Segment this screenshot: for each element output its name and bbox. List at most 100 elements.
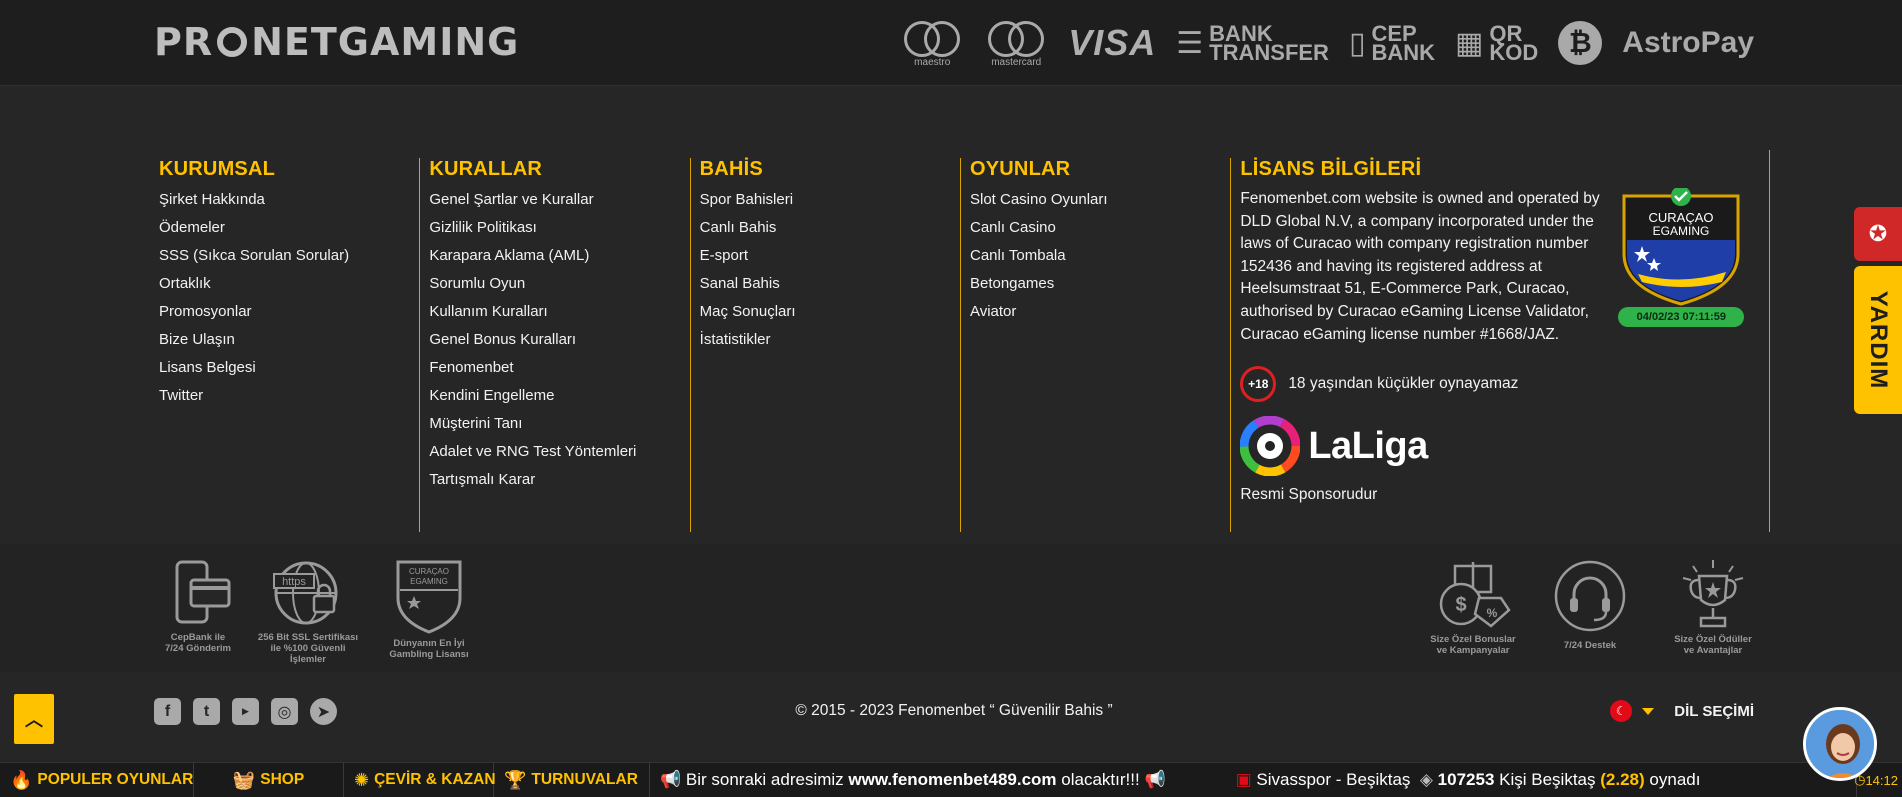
laliga-logo: LaLiga <box>1240 416 1757 477</box>
link-musterini-tani[interactable]: Müşterini Tanı <box>429 410 690 438</box>
badge-cepbank-caption: CepBank ile 7/24 Gönderim <box>165 632 231 654</box>
link-sanal-bahis[interactable]: Sanal Bahis <box>700 270 961 298</box>
live-support-avatar[interactable] <box>1803 707 1877 781</box>
besiktas-crest-icon: ◈ <box>1415 770 1438 789</box>
msg-post: olacaktır!!! <box>1061 770 1140 789</box>
basket-icon: 🧺 <box>232 769 256 790</box>
badge-license-caption: Dünyanın En İyi Gambling Lisansı <box>389 638 469 660</box>
link-e-sport[interactable]: E-sport <box>700 242 961 270</box>
help-tab-button[interactable]: YARDIM <box>1854 266 1902 414</box>
link-aml[interactable]: Karapara Aklama (AML) <box>429 242 690 270</box>
link-kullanim-kurallari[interactable]: Kullanım Kuralları <box>429 298 690 326</box>
qr-code-icon: ▦ <box>1455 26 1484 60</box>
provider-logo: PR NETGAMING <box>154 20 519 64</box>
badge-ssl: https 256 Bit SSL Sertifikası ile %100 Gü… <box>253 558 363 665</box>
bet-text: Kişi Beşiktaş <box>1499 770 1596 789</box>
link-canli-casino[interactable]: Canlı Casino <box>970 214 1231 242</box>
link-odemeler[interactable]: Ödemeler <box>159 214 420 242</box>
link-mac-sonuclari[interactable]: Maç Sonuçları <box>700 298 961 326</box>
astropay-logo: AstroPay <box>1622 26 1754 59</box>
footer-columns: KURUMSAL Şirket Hakkında Ödemeler SSS (S… <box>150 150 1770 532</box>
https-label: https <box>282 576 306 588</box>
badge-bonus-caption: Size Özel Bonuslar ve Kampanyalar <box>1430 634 1516 656</box>
link-sorumlu-oyun[interactable]: Sorumlu Oyun <box>429 270 690 298</box>
link-fenomenbet[interactable]: Fenomenbet <box>429 354 690 382</box>
link-sirket-hakkinda[interactable]: Şirket Hakkında <box>159 186 420 214</box>
announcement-marquee: 📢 Bir sonraki adresimiz www.fenomenbet48… <box>650 763 1856 797</box>
payment-methods: maestro mastercard VISA ☰ BANK TRANSFER ▯… <box>900 14 1754 72</box>
mastercard-logo: mastercard <box>984 19 1048 68</box>
curacao-egaming-seal[interactable]: CURAÇAO EGAMING 04/02/23 07:11:59 <box>1618 186 1748 328</box>
license-seal-line1: CURAÇAO <box>409 567 449 576</box>
trophy-icon: 🏆 <box>504 769 527 790</box>
shop-label: SHOP <box>260 771 305 788</box>
link-rng-test[interactable]: Adalet ve RNG Test Yöntemleri <box>429 438 690 466</box>
link-sss[interactable]: SSS (Sıkca Sorulan Sorular) <box>159 242 420 270</box>
badge-license: CURAÇAO EGAMING Dünyanın En İyi Gambling … <box>374 558 484 660</box>
msg-domain: www.fenomenbet489.com <box>848 770 1057 789</box>
populer-oyunlar-button[interactable]: 🔥 POPULER OYUNLAR <box>0 762 194 797</box>
link-betongames[interactable]: Betongames <box>970 270 1231 298</box>
qr-kod-logo: ▦ QR KOD <box>1455 23 1539 65</box>
column-title-oyunlar: OYUNLAR <box>969 158 1071 180</box>
language-selector[interactable]: ☾ DİL SEÇİMİ <box>1610 700 1754 722</box>
license-seal-line2: EGAMING <box>410 577 448 586</box>
link-slot-casino[interactable]: Slot Casino Oyunları <box>970 186 1231 214</box>
link-bonus-kurallari[interactable]: Genel Bonus Kuralları <box>429 326 690 354</box>
phone-icon: ▯ <box>1348 26 1366 60</box>
link-tartismali-karar[interactable]: Tartışmalı Karar <box>429 466 690 494</box>
trophy-rewards-icon <box>1682 560 1744 628</box>
column-title-kurumsal: KURUMSAL <box>159 158 276 180</box>
link-kendini-engelleme[interactable]: Kendini Engelleme <box>429 382 690 410</box>
visa-logo: VISA <box>1068 22 1157 63</box>
link-spor-bahisleri[interactable]: Spor Bahisleri <box>700 186 961 214</box>
curacao-shield-icon: CURAÇAO EGAMING <box>1622 186 1740 306</box>
wheel-icon: ✺ <box>354 769 370 790</box>
link-bize-ulasin[interactable]: Bize Ulaşın <box>159 326 420 354</box>
mastercard-icon <box>984 19 1048 59</box>
medal-icon: ✪ <box>1868 221 1888 246</box>
brand-left: PR <box>154 20 214 64</box>
cevir-kazan-button[interactable]: ✺ ÇEVİR & KAZAN <box>344 762 496 797</box>
badge-bonus: $ % Size Özel Bonuslar ve Kampanyalar <box>1418 558 1528 656</box>
match-name: Sivasspor - Beşiktaş <box>1256 770 1411 789</box>
bet-odd: (2.28) <box>1600 770 1645 789</box>
reward-medal-button[interactable]: ✪ <box>1854 207 1902 261</box>
column-lisans: LİSANS BİLGİLERİ Fenomenbet.com website … <box>1230 150 1770 532</box>
link-canli-bahis[interactable]: Canlı Bahis <box>700 214 961 242</box>
link-lisans-belgesi[interactable]: Lisans Belgesi <box>159 354 420 382</box>
link-genel-sartlar[interactable]: Genel Şartlar ve Kurallar <box>429 186 690 214</box>
link-gizlilik[interactable]: Gizlilik Politikası <box>429 214 690 242</box>
age-18-icon: +18 <box>1240 366 1277 403</box>
link-aviator[interactable]: Aviator <box>970 298 1231 326</box>
populer-oyunlar-label: POPULER OYUNLAR <box>37 771 194 788</box>
shop-button[interactable]: 🧺 SHOP <box>194 762 344 797</box>
column-kurumsal: KURUMSAL Şirket Hakkında Ödemeler SSS (S… <box>150 150 420 532</box>
help-tab-label: YARDIM <box>1865 290 1892 390</box>
sponsor-text: Resmi Sponsorudur <box>1240 486 1378 504</box>
megaphone-icon: 📢 <box>1144 770 1166 789</box>
bank-transfer-logo: ☰ BANK TRANSFER <box>1176 23 1329 64</box>
megaphone-icon: 📢 <box>660 770 686 789</box>
badge-rewards: Size Özel Ödüller ve Avantajlar <box>1658 558 1768 656</box>
column-bahis: BAHİS Spor Bahisleri Canlı Bahis E-sport… <box>689 150 961 532</box>
link-promosyonlar[interactable]: Promosyonlar <box>159 298 420 326</box>
language-label: DİL SEÇİMİ <box>1674 702 1754 720</box>
qr-kod-line2: KOD <box>1489 40 1539 65</box>
bottom-ticker-bar: 🔥 POPULER OYUNLAR 🧺 SHOP ✺ ÇEVİR & KAZAN… <box>0 762 1902 797</box>
svg-text:%: % <box>1487 606 1498 620</box>
turnuvalar-button[interactable]: 🏆 TURNUVALAR <box>494 762 650 797</box>
badge-ssl-caption: 256 Bit SSL Sertifikası ile %100 Güvenli … <box>257 632 359 665</box>
headset-support-icon <box>1554 560 1626 632</box>
link-istatistikler[interactable]: İstatistikler <box>700 326 961 354</box>
badge-support-caption: 7/24 Destek <box>1563 640 1617 651</box>
age-restriction-text: 18 yaşından küçükler oynayamaz <box>1288 375 1519 393</box>
cevir-kazan-label: ÇEVİR & KAZAN <box>374 771 496 788</box>
license-block: Fenomenbet.com website is owned and oper… <box>1240 186 1757 346</box>
column-oyunlar: OYUNLAR Slot Casino Oyunları Canlı Casin… <box>959 150 1231 532</box>
link-ortaklik[interactable]: Ortaklık <box>159 270 420 298</box>
sivasspor-crest-icon: ▣ <box>1235 770 1257 789</box>
link-twitter[interactable]: Twitter <box>159 382 420 410</box>
link-canli-tombala[interactable]: Canlı Tombala <box>970 242 1231 270</box>
bank-lines-icon: ☰ <box>1176 26 1204 60</box>
